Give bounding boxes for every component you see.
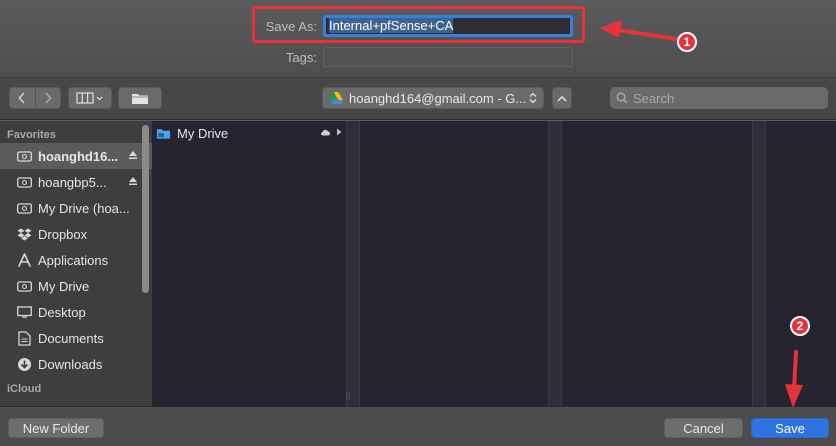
cloud-icon xyxy=(320,128,330,138)
drive-icon xyxy=(17,149,32,164)
file-browser: My Drive || xyxy=(152,121,836,406)
new-folder-toolbar-button[interactable] xyxy=(118,87,162,109)
sidebar-item-label: My Drive xyxy=(38,278,90,294)
sidebar-item[interactable]: My Drive (hoa... xyxy=(0,195,152,221)
sidebar: Favorites hoanghd16... hoangbp5... My Driv… xyxy=(0,121,152,406)
dropbox-icon xyxy=(17,227,32,242)
sidebar-item-label: Downloads xyxy=(38,356,103,372)
tags-input[interactable] xyxy=(323,47,573,67)
folder-add-icon xyxy=(132,93,148,104)
sidebar-item-label: hoangbp5... xyxy=(38,174,107,190)
updown-chevron-icon xyxy=(529,92,537,104)
forward-button[interactable] xyxy=(34,88,61,108)
nav-button-group xyxy=(9,87,61,109)
sidebar-scrollbar[interactable] xyxy=(142,125,149,293)
sidebar-item[interactable]: Documents xyxy=(0,325,152,351)
cancel-button[interactable]: Cancel xyxy=(664,418,743,438)
google-drive-icon xyxy=(329,92,343,104)
sidebar-item-label: hoanghd16... xyxy=(38,148,119,164)
column-divider[interactable] xyxy=(548,121,562,406)
sidebar-item[interactable]: Downloads xyxy=(0,351,152,377)
chevron-right-icon xyxy=(45,92,52,104)
annotation-badge-2: 2 xyxy=(790,316,810,336)
documents-icon xyxy=(17,330,32,346)
eject-icon[interactable] xyxy=(128,176,138,189)
sidebar-heading-favorites: Favorites xyxy=(7,129,56,141)
chevron-up-icon xyxy=(557,95,567,102)
drive-icon xyxy=(17,279,32,294)
expand-collapse-button[interactable] xyxy=(552,87,572,109)
tags-row: Tags: xyxy=(262,47,573,67)
applications-icon xyxy=(17,253,32,268)
disclosure-arrow-icon xyxy=(336,128,342,138)
annotation-highlight-box xyxy=(252,6,585,43)
sidebar-item[interactable]: Applications xyxy=(0,247,152,273)
sidebar-heading-icloud: iCloud xyxy=(7,383,42,395)
browser-item-label: My Drive xyxy=(177,125,229,141)
sidebar-item-label: My Drive (hoa... xyxy=(38,200,130,216)
browser-item[interactable]: My Drive xyxy=(156,124,346,142)
search-field[interactable] xyxy=(610,87,828,109)
search-input[interactable] xyxy=(633,90,813,106)
footer-bar: New Folder Cancel Save xyxy=(0,406,836,446)
save-button[interactable]: Save xyxy=(751,418,829,438)
sidebar-item-label: Documents xyxy=(38,330,104,346)
column-resize-grip[interactable]: || xyxy=(346,391,350,400)
location-select[interactable]: hoanghd164@gmail.com - G... xyxy=(322,87,544,109)
sidebar-item[interactable]: Dropbox xyxy=(0,221,152,247)
tags-label: Tags: xyxy=(285,49,317,65)
sidebar-item-label: Dropbox xyxy=(38,226,88,242)
save-panel-header: Save As: Internal+pfSense+CA Tags: xyxy=(0,0,836,78)
sidebar-item[interactable]: hoangbp5... xyxy=(0,169,152,195)
drive-folder-icon xyxy=(156,126,171,141)
chevron-left-icon xyxy=(18,92,25,104)
eject-icon[interactable] xyxy=(128,150,138,163)
annotation-badge-1: 1 xyxy=(677,32,697,52)
browser-item-accessories xyxy=(320,128,342,138)
back-button[interactable] xyxy=(10,88,35,108)
column-divider[interactable] xyxy=(346,121,360,406)
drive-icon xyxy=(17,175,32,190)
sidebar-item[interactable]: hoanghd16... xyxy=(0,143,152,169)
column-divider[interactable] xyxy=(752,121,766,406)
new-folder-button[interactable]: New Folder xyxy=(8,418,104,438)
desktop-icon xyxy=(17,305,32,320)
sidebar-list: hoanghd16... hoangbp5... My Drive (hoa... D… xyxy=(0,143,152,377)
view-mode-button[interactable] xyxy=(68,87,112,109)
sidebar-item-label: Applications xyxy=(38,252,109,268)
sidebar-item[interactable]: Desktop xyxy=(0,299,152,325)
sidebar-item[interactable]: My Drive xyxy=(0,273,152,299)
columns-view-icon xyxy=(76,92,103,104)
column-1: My Drive xyxy=(152,124,346,406)
drive-icon xyxy=(17,201,32,216)
downloads-icon xyxy=(17,357,32,372)
location-label: hoanghd164@gmail.com - G... xyxy=(349,90,527,106)
toolbar: hoanghd164@gmail.com - G... xyxy=(0,78,836,120)
sidebar-item-label: Desktop xyxy=(38,304,86,320)
search-icon xyxy=(616,92,628,104)
